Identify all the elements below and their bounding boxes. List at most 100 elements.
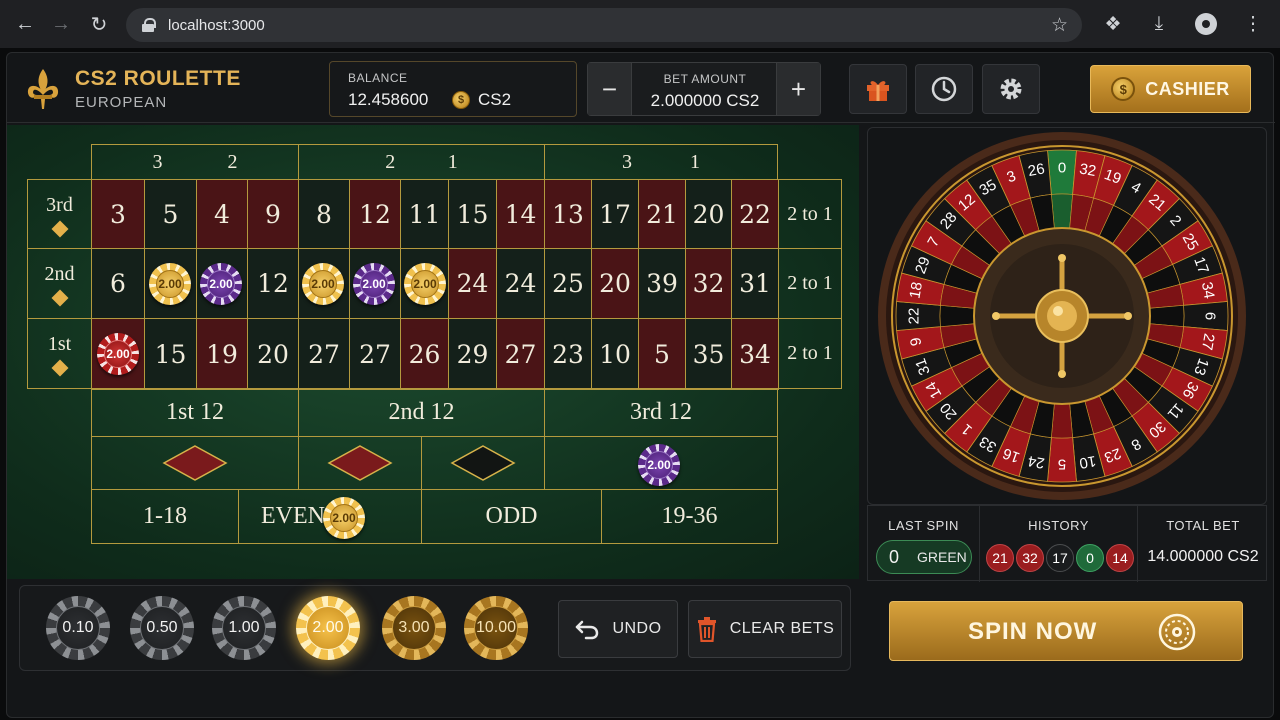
decrease-bet-button[interactable]: − — [588, 63, 632, 115]
number-cell[interactable]: 9 — [247, 179, 299, 249]
row-label-3rd[interactable]: 3rd — [27, 179, 92, 249]
undo-label: UNDO — [612, 620, 662, 637]
group-header[interactable]: 3 1 — [544, 144, 778, 180]
bet-amount-stepper: − BET AMOUNT 2.000000 CS2 + — [587, 62, 821, 116]
number-cell[interactable]: 27 — [298, 318, 350, 390]
number-cell[interactable]: 5 — [144, 179, 197, 249]
number-cell[interactable]: 24 — [496, 248, 545, 319]
chip-10-00[interactable]: 10.00 — [464, 596, 528, 660]
column-bet-middle[interactable]: 2 to 1 — [778, 248, 842, 319]
column-bet-top[interactable]: 2 to 1 — [778, 179, 842, 249]
number-cell[interactable]: 29 — [448, 318, 497, 390]
balance-currency: CS2 — [478, 90, 512, 109]
history-button[interactable] — [915, 64, 973, 114]
row-label-1st[interactable]: 1st — [27, 318, 92, 389]
number-cell[interactable]: 20 — [685, 179, 732, 249]
increase-bet-button[interactable]: + — [776, 63, 820, 115]
group-header-value: 3 — [622, 150, 632, 173]
placed-chip[interactable]: 2.00 — [404, 263, 446, 305]
group-header[interactable]: 2 1 — [298, 144, 545, 180]
number-cell[interactable]: 19 — [196, 318, 248, 390]
number-cell[interactable]: 12 — [247, 248, 299, 319]
number-cell[interactable]: 26 — [400, 318, 449, 390]
number-cell[interactable]: 25 — [544, 248, 592, 319]
reload-icon[interactable]: ↻ — [86, 11, 112, 37]
number-cell[interactable]: 27 — [349, 318, 401, 390]
number-cell[interactable]: 31 — [731, 248, 779, 319]
number-cell[interactable]: 12 — [349, 179, 401, 249]
last-spin-badge: 0 GREEN — [876, 540, 972, 574]
wheel-pocket — [1051, 403, 1073, 439]
number-cell[interactable]: 15 — [448, 179, 497, 249]
bet-odd[interactable]: ODD — [421, 489, 602, 544]
number-cell[interactable]: 21 — [638, 179, 686, 249]
number-cell[interactable]: 22 — [731, 179, 779, 249]
black-bet[interactable] — [421, 436, 545, 490]
chip-0-50[interactable]: 0.50 — [130, 596, 194, 660]
placed-chip[interactable]: 2.00 — [638, 444, 680, 486]
bet-amount-value[interactable]: 2.000000 CS2 — [632, 91, 778, 111]
column-bet-bottom[interactable]: 2 to 1 — [778, 318, 842, 389]
red-diamond-icon — [162, 445, 228, 481]
wheel-number: 24 — [1027, 452, 1046, 472]
number-cell[interactable]: 32 — [685, 248, 732, 319]
gift-button[interactable] — [849, 64, 907, 114]
number-cell[interactable]: 3 — [91, 179, 145, 249]
bet-1-18[interactable]: 1-18 — [91, 489, 239, 544]
chip-3-00[interactable]: 3.00 — [382, 596, 446, 660]
placed-chip[interactable]: 2.00 — [323, 497, 365, 539]
forward-arrow-icon[interactable]: → — [48, 11, 74, 37]
wheel-pocket — [1051, 193, 1073, 229]
number-cell[interactable]: 20 — [591, 248, 639, 319]
settings-button[interactable] — [982, 64, 1040, 114]
menu-kebab-icon[interactable]: ⋮ — [1240, 11, 1266, 37]
red-bet-secondary[interactable] — [298, 436, 422, 490]
group-header[interactable]: 3 2 — [91, 144, 299, 180]
number-cell[interactable]: 10 — [591, 318, 639, 390]
back-arrow-icon[interactable]: ← — [12, 11, 38, 37]
number-cell[interactable]: 11 — [400, 179, 449, 249]
number-cell[interactable]: 27 — [496, 318, 545, 390]
bookmark-star-icon[interactable]: ☆ — [1051, 14, 1068, 37]
number-cell[interactable]: 34 — [731, 318, 779, 390]
turret-knob — [1058, 254, 1066, 262]
extensions-icon[interactable]: ❖ — [1100, 11, 1126, 37]
balance-panel: BALANCE 12.458600 $ CS2 — [329, 61, 577, 117]
placed-chip[interactable]: 2.00 — [200, 263, 242, 305]
placed-chip[interactable]: 2.00 — [353, 263, 395, 305]
number-cell[interactable]: 20 — [247, 318, 299, 390]
download-icon[interactable]: ⤓ — [1146, 11, 1172, 37]
number-cell[interactable]: 23 — [544, 318, 592, 390]
clear-bets-button[interactable]: CLEAR BETS — [688, 600, 842, 658]
profile-icon[interactable] — [1193, 11, 1219, 37]
number-cell[interactable]: 14 — [496, 179, 545, 249]
row-label-2nd[interactable]: 2nd — [27, 248, 92, 319]
placed-chip[interactable]: 2.00 — [302, 263, 344, 305]
number-cell[interactable]: 5 — [638, 318, 686, 390]
chip-0-10[interactable]: 0.10 — [46, 596, 110, 660]
number-cell[interactable]: 15 — [144, 318, 197, 390]
roulette-app: CS2 ROULETTE EUROPEAN BALANCE 12.458600 … — [6, 52, 1275, 718]
address-bar[interactable]: localhost:3000 ☆ — [126, 8, 1082, 42]
spin-now-button[interactable]: SPIN NOW — [889, 601, 1243, 661]
placed-chip[interactable]: 2.00 — [149, 263, 191, 305]
chip-1-00[interactable]: 1.00 — [212, 596, 276, 660]
number-cell[interactable]: 13 — [544, 179, 592, 249]
number-cell[interactable]: 17 — [591, 179, 639, 249]
placed-chip[interactable]: 2.00 — [97, 333, 139, 375]
number-cell[interactable]: 35 — [685, 318, 732, 390]
number-cell[interactable]: 8 — [298, 179, 350, 249]
number-cell[interactable]: 4 — [196, 179, 248, 249]
number-cell[interactable]: 6 — [91, 248, 145, 319]
dozen-second[interactable]: 2nd 12 — [298, 388, 545, 437]
cashier-button[interactable]: $ CASHIER — [1090, 65, 1251, 113]
undo-button[interactable]: UNDO — [558, 600, 678, 658]
red-bet[interactable] — [91, 436, 299, 490]
dozen-first[interactable]: 1st 12 — [91, 388, 299, 437]
fleur-de-lis-logo-icon — [27, 69, 59, 109]
chip-2-00-selected[interactable]: 2.00 — [296, 596, 360, 660]
dozen-third[interactable]: 3rd 12 — [544, 388, 778, 437]
bet-19-36[interactable]: 19-36 — [601, 489, 778, 544]
number-cell[interactable]: 39 — [638, 248, 686, 319]
number-cell[interactable]: 24 — [448, 248, 497, 319]
